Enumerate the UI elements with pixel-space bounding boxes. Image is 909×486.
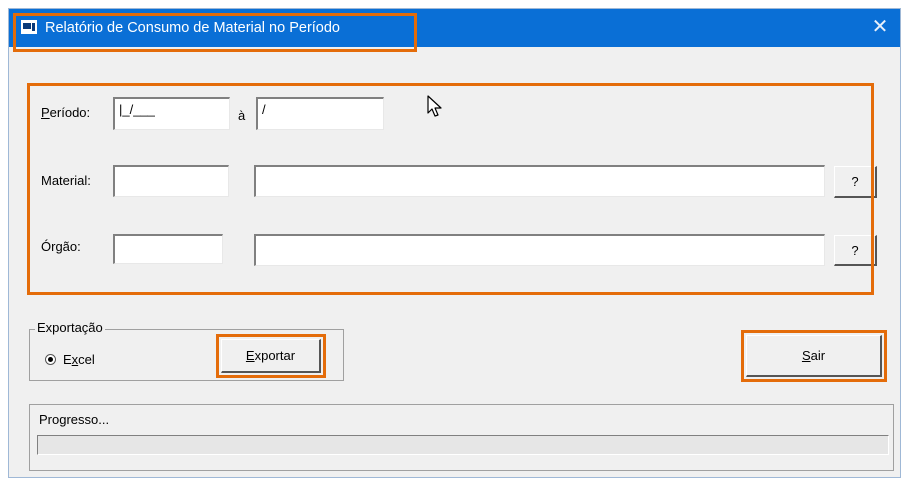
sair-highlight-box	[741, 330, 887, 382]
excel-radio-dot	[48, 357, 53, 362]
export-group-label: Exportação	[35, 320, 105, 335]
title-highlight-box	[13, 13, 417, 52]
exportar-highlight-box	[216, 334, 326, 378]
filters-highlight-box	[27, 83, 874, 295]
progress-bar	[37, 435, 889, 455]
excel-radio-label[interactable]: Excel	[63, 352, 95, 367]
progress-label: Progresso...	[39, 412, 110, 427]
mouse-pointer-icon	[427, 95, 442, 117]
excel-radio[interactable]	[45, 354, 56, 365]
close-icon[interactable]: ✕	[868, 15, 892, 39]
report-dialog-window: Relatório de Consumo de Material no Perí…	[8, 8, 901, 478]
